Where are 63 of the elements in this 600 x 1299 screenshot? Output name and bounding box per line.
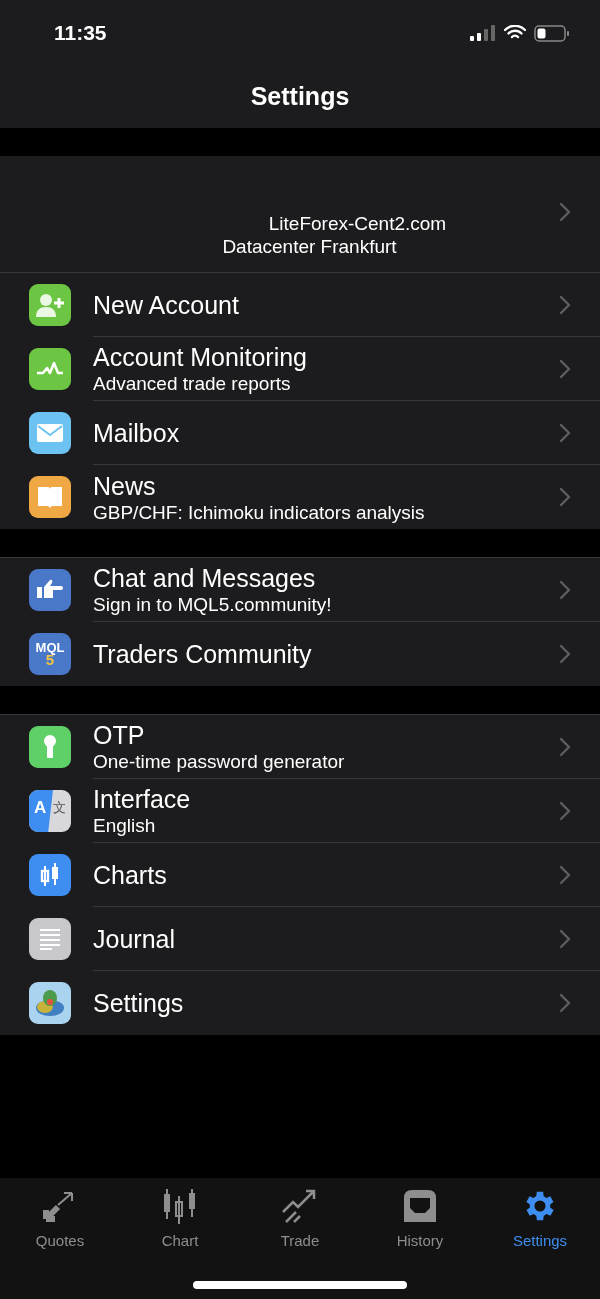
wifi-icon [504, 25, 526, 41]
chevron-icon [559, 800, 571, 821]
pointing-hand-icon [29, 569, 71, 611]
app-logo-icon [29, 982, 71, 1024]
datacenter-label: Datacenter Frankfurt [222, 235, 397, 258]
chevron-icon [559, 487, 571, 507]
chevron-icon [559, 736, 571, 757]
row-subtitle: English [93, 814, 157, 837]
row-subtitle: GBP/CHF: Ichimoku indicators analysis [93, 500, 426, 524]
row-title: Settings [93, 988, 185, 1018]
chevron-icon [559, 422, 571, 443]
battery-icon [534, 24, 570, 42]
book-icon [29, 476, 71, 518]
translate-icon: A 文 [29, 790, 71, 832]
candlestick-icon [29, 854, 71, 896]
tab-item[interactable]: Trade [240, 1184, 360, 1253]
chevron-icon [559, 579, 571, 600]
settings-row[interactable]: Chat and Messages Sign in to MQL5.community! [0, 558, 600, 622]
mql-icon: MQL 5 [29, 633, 71, 675]
tab-item[interactable]: History [360, 1184, 480, 1253]
settings-row[interactable]: Account Monitoring Advanced trade reports [0, 337, 600, 401]
signal-icon [470, 25, 496, 41]
row-title: Charts [93, 859, 168, 890]
tab-item[interactable]: Settings [480, 1184, 600, 1253]
tab-item[interactable]: Quotes [0, 1184, 120, 1253]
row-title: Chat and Messages [93, 563, 317, 593]
settings-row[interactable]: Journal [0, 907, 600, 971]
chevron-icon [559, 864, 571, 885]
keyhole-icon [29, 726, 71, 768]
chevron-icon [559, 928, 571, 949]
add-user-icon [29, 284, 71, 326]
row-title: Traders Community [93, 639, 313, 669]
chevron-icon [559, 993, 571, 1013]
chevron-icon [559, 294, 571, 315]
row-title: Mailbox [93, 417, 181, 448]
chevron-icon [559, 358, 571, 379]
settings-row[interactable]: A 文 Interface English [0, 779, 600, 843]
row-subtitle: Advanced trade reports [93, 372, 292, 395]
settings-row[interactable]: Mailbox [0, 401, 600, 465]
mail-icon [29, 412, 71, 454]
document-lines-icon [29, 918, 71, 960]
pulse-icon [29, 348, 71, 390]
row-title: Journal [93, 923, 176, 954]
account-row[interactable]: LiteForex-Cent2.com Datacenter Frankfurt [0, 156, 600, 272]
settings-row[interactable]: New Account [0, 273, 600, 337]
row-title: Interface [93, 784, 192, 814]
settings-row[interactable]: MQL 5 Traders Community [0, 622, 600, 686]
row-subtitle: One-time password generator [93, 750, 346, 773]
settings-row[interactable]: Charts [0, 843, 600, 907]
chevron-icon [559, 644, 571, 664]
settings-row[interactable]: Settings [0, 971, 600, 1035]
settings-row[interactable]: News GBP/CHF: Ichimoku indicators analysis [0, 465, 600, 529]
tab-item[interactable]: Chart [120, 1184, 240, 1253]
chevron-icon [559, 202, 571, 222]
row-title: OTP [93, 720, 146, 750]
page-title: Settings [250, 81, 350, 113]
row-subtitle: Sign in to MQL5.community! [93, 593, 333, 616]
server-name: LiteForex-Cent2.com [267, 212, 447, 235]
row-title: New Account [93, 289, 240, 320]
row-title: News [93, 470, 157, 501]
settings-row[interactable]: OTP One-time password generator [0, 715, 600, 779]
row-title: Account Monitoring [93, 342, 308, 372]
status-time: 11:35 [54, 20, 107, 47]
